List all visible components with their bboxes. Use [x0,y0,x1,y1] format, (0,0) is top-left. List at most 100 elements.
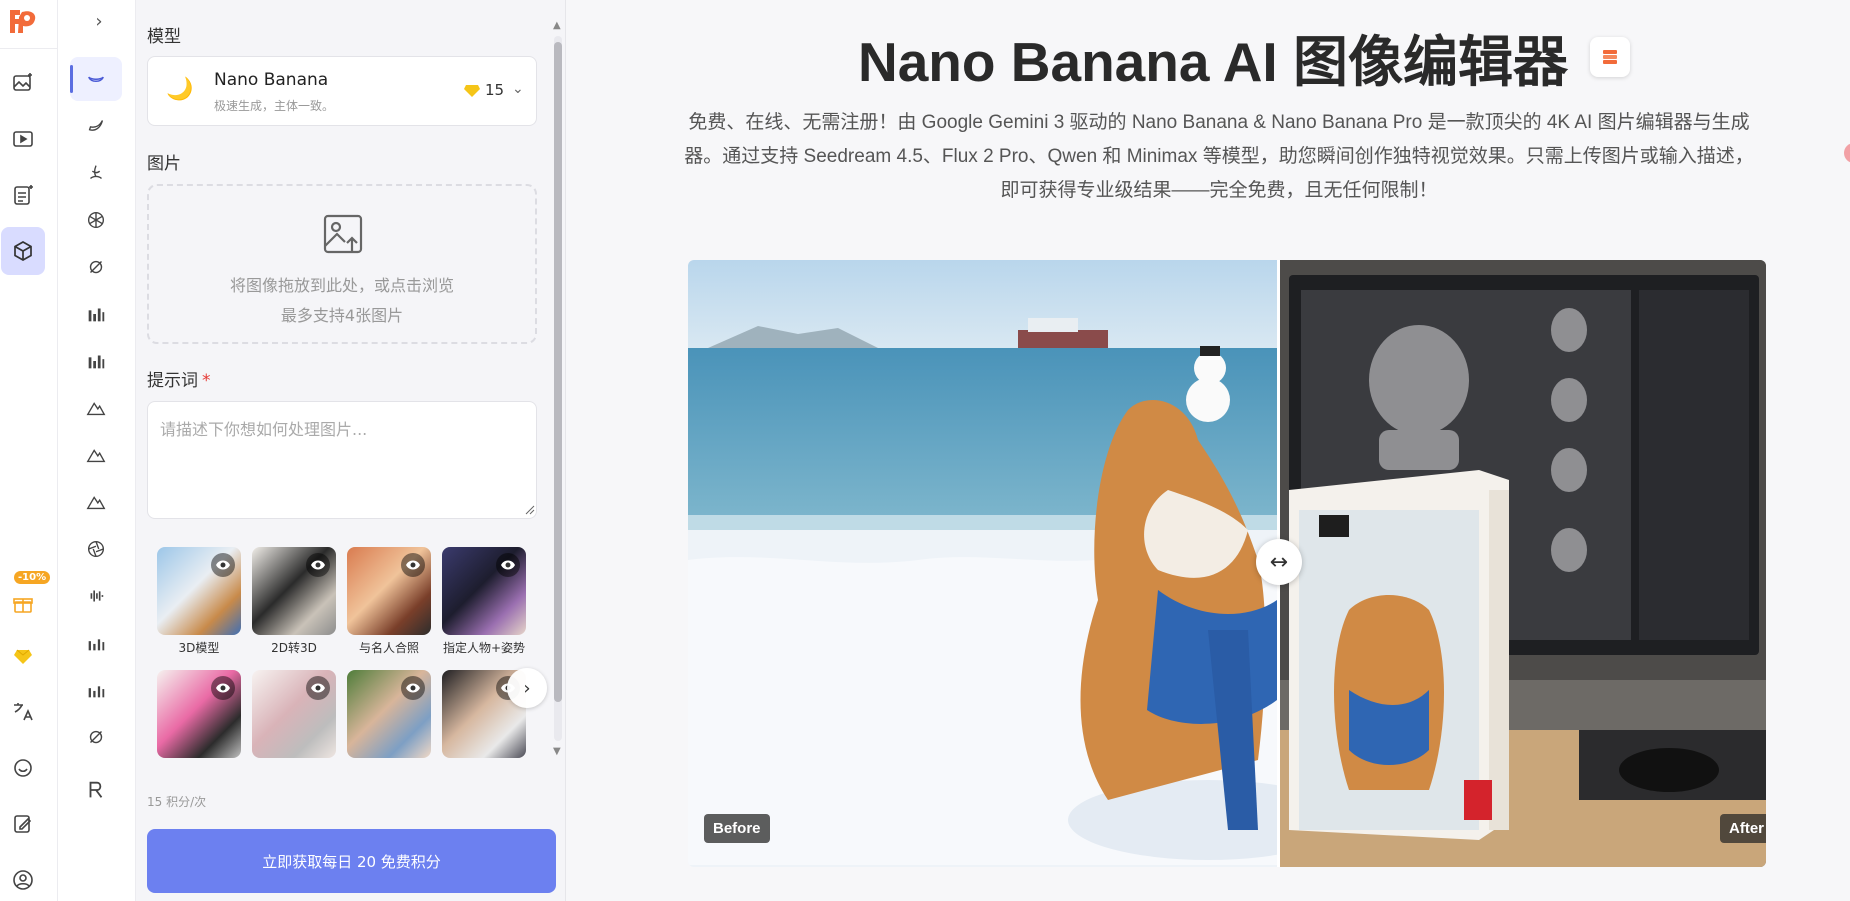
comparison-slider-handle[interactable]: ↔ [1256,539,1302,585]
preset-caption: 3D模型 [178,641,220,655]
hero-title-row: Nano Banana AI 图像编辑器 [858,22,1630,93]
required-mark: * [202,371,211,391]
mountain-icon-3 [86,496,106,510]
aperture-icon [87,540,105,558]
translate-icon [14,703,33,721]
bars-chart-icon-2 [88,355,105,369]
claim-free-credits-button[interactable]: 立即获取每日 20 免费积分 [147,829,556,893]
eye-preview-icon[interactable] [306,553,330,577]
mountain-icon-2 [86,449,106,463]
tool-bars-4[interactable] [70,668,122,712]
scroll-thumb[interactable] [554,42,562,702]
rail-item-coins[interactable] [1,632,45,680]
dropzone-hint: 将图像拖放到此处，或点击浏览 [229,276,454,295]
tool-mountain-2[interactable] [70,433,122,477]
tool-recraft[interactable] [70,768,122,812]
coin-icon [464,85,480,97]
rail-item-video[interactable] [1,115,45,163]
rail-item-text[interactable] [1,171,45,219]
tool-mountain-1[interactable] [70,386,122,430]
bars-chart-icon-3 [88,639,105,651]
tool-bars-2[interactable] [70,339,122,383]
after-image [1279,260,1766,867]
eye-preview-icon[interactable] [211,676,235,700]
tool-mountain-3[interactable] [70,480,122,524]
prompt-input[interactable] [147,401,537,519]
recraft-icon [89,781,103,798]
tool-bars-3[interactable] [70,621,122,665]
openai-icon [87,211,105,229]
image-dropzone[interactable]: 将图像拖放到此处，或点击浏览 最多支持4张图片 [147,184,537,344]
credits-per-use: 15 积分/次 [147,795,207,809]
brand-logo[interactable] [6,6,40,38]
main-content: Nano Banana AI 图像编辑器 免费、在线、无需注册！由 Google… [566,0,1850,901]
preset-card[interactable] [347,670,431,762]
rail-item-3d[interactable] [1,227,45,275]
tool-nano-banana[interactable] [70,57,122,101]
banana-icon [88,120,104,131]
scroll-up-icon[interactable]: ▲ [553,20,561,31]
preset-thumbnail [252,670,336,758]
model-description: 极速生成，主体一致。 [214,99,335,113]
before-label: Before [704,814,770,843]
side-widget-tab[interactable] [1844,143,1850,163]
brand-chip[interactable] [1589,37,1630,77]
tool-openai[interactable] [70,198,122,242]
preset-caption: 指定人物+姿势 [442,641,526,655]
app-root: -10% › 模型 🌙 Nano Banana 极速生成，主体一致。 15 ⌄ … [0,0,1850,901]
scroll-down-icon[interactable]: ▼ [553,746,561,757]
rail-item-translate[interactable] [1,688,45,736]
image-upload-icon [323,214,363,254]
seedream-icon [90,165,102,180]
tool-banana[interactable] [70,104,122,148]
rail-item-account[interactable] [1,856,45,901]
resize-grip-icon[interactable] [525,505,535,515]
nano-banana-model-icon [88,76,104,83]
tool-aperture[interactable] [70,527,122,571]
panel-scrollbar[interactable]: ▲ ▼ [551,20,562,758]
eye-preview-icon[interactable] [401,553,425,577]
prompt-section-label: 提示词 * [147,366,211,391]
tool-seedream[interactable] [70,151,122,195]
preset-next-button[interactable]: › [507,668,547,708]
chevron-right-icon[interactable]: › [84,8,114,34]
preset-thumbnail [347,670,431,758]
tool-bars-1[interactable] [70,292,122,336]
rail-item-image[interactable] [1,59,45,107]
preset-card[interactable]: 3D模型 [157,547,241,656]
tool-qwen[interactable] [70,245,122,289]
bars-chart-icon [88,308,105,322]
before-image [688,260,1277,867]
model-tool-column: › [58,0,136,901]
tool-qwen-2[interactable] [70,715,122,759]
model-emoji-icon: 🌙 [166,77,194,102]
preset-card[interactable]: 2D转3D [252,547,336,656]
image-sparkle-icon [13,73,32,91]
rail-item-support[interactable] [1,744,45,792]
chevron-down-icon: ⌄ [512,81,524,97]
eye-preview-icon[interactable] [306,676,330,700]
model-selector[interactable]: 🌙 Nano Banana 极速生成，主体一致。 15 ⌄ [147,56,537,126]
preset-caption: 2D转3D [271,641,317,655]
preset-card[interactable]: 指定人物+姿势 [442,547,526,656]
dropzone-limit: 最多支持4张图片 [280,306,404,325]
model-name: Nano Banana [214,70,329,90]
document-sparkle-icon [14,185,33,205]
rail-item-gift[interactable] [1,580,45,628]
eye-preview-icon[interactable] [496,553,520,577]
rail-item-notes[interactable] [1,800,45,848]
bars-chart-icon-4 [88,686,105,698]
preset-card[interactable] [157,670,241,762]
preset-thumbnail [347,547,431,635]
preset-thumbnail [157,670,241,758]
before-after-comparison[interactable]: ↔ Before After [688,260,1766,867]
user-account-icon [13,870,33,890]
eye-preview-icon[interactable] [211,553,235,577]
tool-waveform[interactable] [70,574,122,618]
preset-card[interactable] [252,670,336,762]
layers-stack-icon [1602,50,1617,64]
prompt-label-text: 提示词 [147,371,198,391]
edit-note-icon [14,815,32,833]
preset-card[interactable]: 与名人合照 [347,547,431,656]
eye-preview-icon[interactable] [401,676,425,700]
